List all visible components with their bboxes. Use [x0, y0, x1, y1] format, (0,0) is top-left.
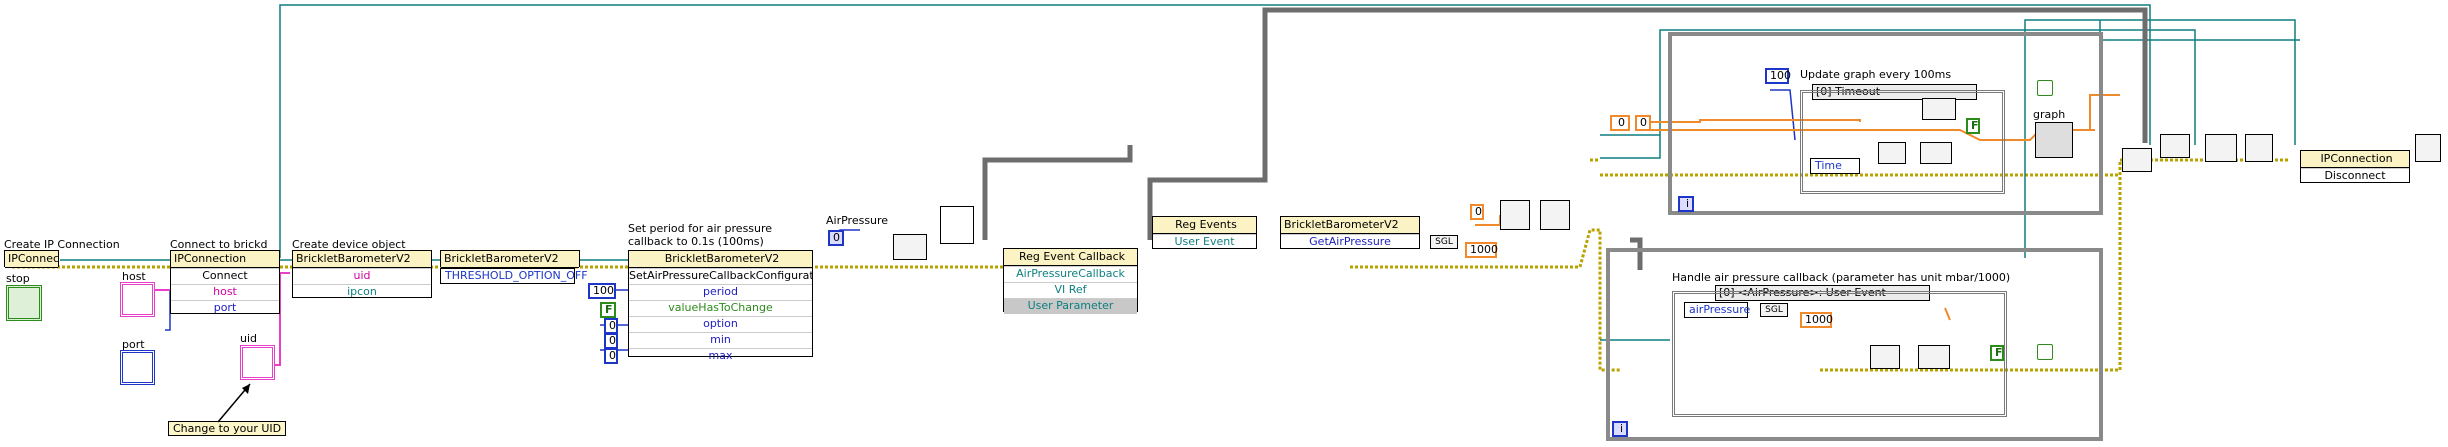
- air-pressure-event-terminal: airPressure: [1684, 302, 1750, 318]
- iteration-terminal-a: i: [1678, 196, 1694, 212]
- barometer-ref-node[interactable]: BrickletBarometerV2: [440, 250, 580, 268]
- get-air-pressure-method[interactable]: GetAirPressure: [1281, 234, 1419, 250]
- barometer-get-title: BrickletBarometerV2: [1281, 217, 1419, 234]
- host-pin[interactable]: host: [171, 284, 279, 300]
- barometer-get-node[interactable]: BrickletBarometerV2 GetAirPressure: [1280, 216, 1420, 249]
- uid-control-terminal[interactable]: [240, 345, 275, 380]
- stop-terminal-b[interactable]: [2037, 344, 2053, 360]
- port-pin[interactable]: port: [171, 300, 279, 316]
- period-constant[interactable]: 100: [588, 283, 616, 299]
- ipcon-pin[interactable]: ipcon: [293, 284, 431, 300]
- threshold-enum[interactable]: THRESHOLD_OPTION_OFF: [440, 268, 588, 284]
- bundle-icon[interactable]: [1922, 98, 1956, 120]
- sgl-convert-1[interactable]: SGL: [1430, 235, 1458, 249]
- connect-method: Connect: [171, 268, 279, 284]
- barometer-invoke-title: BrickletBarometerV2: [629, 251, 812, 268]
- false-constant-b[interactable]: F: [1990, 345, 2004, 361]
- index-array-icon-2[interactable]: [1870, 345, 1900, 369]
- unregister-events-icon[interactable]: [2205, 134, 2237, 162]
- close-ipcon-icon[interactable]: [2415, 134, 2441, 162]
- vi-reference-icon[interactable]: [940, 206, 974, 244]
- barometer-create-node[interactable]: BrickletBarometerV2 uid ipcon: [292, 250, 432, 298]
- create-user-event-icon[interactable]: [893, 234, 927, 260]
- graph-label: graph: [2033, 108, 2066, 121]
- period-pin[interactable]: period: [629, 284, 812, 300]
- replace-subset-icon[interactable]: [1920, 142, 1952, 164]
- user-event-pin[interactable]: User Event: [1153, 234, 1256, 250]
- block-diagram: Create IP Connection IPConnection stop C…: [0, 0, 2448, 447]
- index-array-icon[interactable]: [1878, 142, 1906, 164]
- sgl-convert-2[interactable]: SGL: [1760, 303, 1788, 317]
- reg-events-node[interactable]: Reg Events User Event: [1152, 216, 1257, 249]
- set-callback-method: SetAirPressureCallbackConfiguration: [629, 268, 812, 282]
- uid-label: uid: [240, 332, 258, 345]
- barometer-ref-title: BrickletBarometerV2: [441, 251, 579, 268]
- stop-button-terminal[interactable]: [6, 285, 42, 321]
- zero-orange-a[interactable]: 0: [1610, 115, 1630, 131]
- ipconnection-disconnect-title: IPConnection: [2301, 151, 2409, 168]
- arrow-icon: [217, 383, 251, 423]
- barometer-invoke-node[interactable]: BrickletBarometerV2 SetAirPressureCallba…: [628, 250, 813, 362]
- destroy-user-event-icon[interactable]: [2160, 134, 2190, 158]
- min-pin[interactable]: min: [629, 332, 812, 348]
- air-pressure-callback-selector[interactable]: AirPressureCallback: [1004, 266, 1137, 282]
- min-constant[interactable]: 0: [604, 333, 618, 349]
- uid-pin[interactable]: uid: [293, 268, 431, 284]
- waveform-chart-terminal[interactable]: [2035, 122, 2073, 158]
- air-pressure-constant[interactable]: 0: [828, 230, 844, 246]
- time-terminal: Time: [1810, 158, 1860, 174]
- ipconnection-disconnect-node[interactable]: IPConnection Disconnect: [2300, 150, 2410, 183]
- reg-event-callback-title: Reg Event Callback: [1004, 249, 1137, 266]
- port-control-terminal[interactable]: [120, 350, 155, 385]
- value-has-to-change-constant[interactable]: F: [600, 302, 616, 318]
- stop-terminal-a[interactable]: [2037, 80, 2053, 96]
- ipconnection-create-node[interactable]: IPConnection: [4, 250, 59, 268]
- set-period-label-1: Set period for air pressure: [628, 222, 773, 235]
- zero-orange-b[interactable]: 0: [1635, 115, 1651, 131]
- disconnect-method: Disconnect: [2301, 168, 2409, 184]
- update-graph-label: Update graph every 100ms: [1800, 68, 1952, 81]
- merge-errors-icon[interactable]: [2122, 148, 2152, 172]
- set-period-label-2: callback to 0.1s (100ms): [628, 235, 764, 248]
- max-pin[interactable]: max: [629, 348, 812, 364]
- ipconnection-connect-title: IPConnection: [171, 251, 279, 268]
- build-array-icon[interactable]: [1500, 200, 1530, 230]
- divisor-constant-1[interactable]: 1000: [1465, 242, 1498, 258]
- ipconnection-connect-node[interactable]: IPConnection Connect host port: [170, 250, 280, 314]
- replace-subset-icon-2[interactable]: [1918, 345, 1950, 369]
- false-constant-a[interactable]: F: [1966, 118, 1980, 134]
- close-reference-icon[interactable]: [2245, 134, 2273, 162]
- value-has-to-change-pin[interactable]: valueHasToChange: [629, 300, 812, 316]
- divisor-constant-2[interactable]: 1000: [1800, 312, 1833, 328]
- zero-constant[interactable]: 0: [1470, 204, 1484, 220]
- reg-events-title: Reg Events: [1153, 217, 1256, 234]
- build-array-icon-2[interactable]: [1540, 200, 1570, 230]
- max-constant[interactable]: 0: [604, 348, 618, 364]
- user-parameter-pin[interactable]: User Parameter: [1004, 298, 1137, 314]
- option-pin[interactable]: option: [629, 316, 812, 332]
- handle-callback-label: Handle air pressure callback (parameter …: [1672, 271, 2011, 284]
- vi-ref-pin[interactable]: VI Ref: [1004, 282, 1137, 298]
- barometer-create-title: BrickletBarometerV2: [293, 251, 431, 268]
- stop-label: stop: [6, 272, 30, 285]
- ipconnection-create-title: IPConnection: [5, 251, 58, 268]
- timeout-constant[interactable]: 100: [1765, 68, 1791, 84]
- reg-event-callback-node[interactable]: Reg Event Callback AirPressureCallback V…: [1003, 248, 1138, 314]
- option-constant[interactable]: 0: [604, 318, 618, 334]
- iteration-terminal-b: i: [1612, 421, 1628, 437]
- host-control-terminal[interactable]: [120, 282, 155, 317]
- air-pressure-label: AirPressure: [826, 214, 889, 227]
